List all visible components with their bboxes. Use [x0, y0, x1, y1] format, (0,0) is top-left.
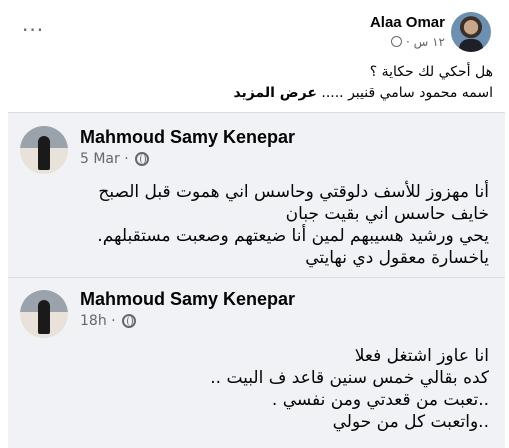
card-text-line: ..تعبت من قعدتي ومن نفسي . — [271, 390, 489, 410]
globe-icon — [391, 36, 403, 47]
post-text-line: هل أحكي لك حكاية ؟ — [369, 64, 493, 80]
card-text-line: أنا مهزوز للأسف دلوقتي وحاسس اني هموت قب… — [98, 182, 489, 202]
card-author-name[interactable]: Mahmoud Samy Kenepar — [80, 127, 295, 148]
post-text: هل أحكي لك حكاية ؟ اسمه محمود سامي قنيبر… — [233, 62, 493, 104]
globe-icon — [121, 314, 136, 328]
card-timestamp[interactable]: 18h · — [80, 313, 116, 329]
post-timestamp[interactable]: ١٢ س · — [406, 35, 445, 49]
card-author-name[interactable]: Mahmoud Samy Kenepar — [80, 289, 295, 310]
see-more-link[interactable]: عرض المزيد — [233, 85, 316, 101]
card-meta: 18h · — [80, 313, 136, 329]
post-meta: ١٢ س · — [391, 35, 445, 49]
post-text-line: اسمه محمود سامي قنيبر ..... عرض المزيد — [233, 83, 493, 104]
card-text: انا عاوز اشتغل فعلا كده بقالي خمس سنين ق… — [210, 345, 489, 433]
card-meta: 5 Mar · — [80, 151, 149, 167]
post-text-line2: اسمه محمود سامي قنيبر ..... — [316, 85, 493, 101]
card-text-line: خايف حاسس اني بقيت جبان — [285, 204, 489, 224]
shared-post-card[interactable]: Mahmoud Samy Kenepar 18h · انا عاوز اشتغ… — [8, 277, 505, 448]
card-text-line: ياخسارة معقول دي نهايتي — [305, 248, 489, 268]
card-text-line: انا عاوز اشتغل فعلا — [354, 346, 489, 366]
card-text-line: يحي ورشيد هسيبهم لمين أنا ضيعتهم وصعبت م… — [97, 226, 489, 246]
card-timestamp[interactable]: 5 Mar · — [80, 151, 129, 167]
post-author-name[interactable]: Alaa Omar — [370, 14, 445, 31]
more-options-icon[interactable]: ··· — [22, 20, 44, 40]
card-text: أنا مهزوز للأسف دلوقتي وحاسس اني هموت قب… — [97, 181, 489, 269]
avatar[interactable] — [20, 126, 68, 174]
main-post: Alaa Omar ١٢ س · ··· هل أحكي لك حكاية ؟ … — [0, 0, 509, 112]
avatar[interactable] — [20, 290, 68, 338]
card-text-line: كده بقالي خمس سنين قاعد ف البيت .. — [210, 368, 489, 388]
avatar[interactable] — [451, 12, 491, 52]
shared-post-card[interactable]: Mahmoud Samy Kenepar 5 Mar · أنا مهزوز ل… — [8, 112, 505, 278]
globe-icon — [134, 152, 149, 166]
card-text-line: ..واتعبت كل من حولي — [332, 412, 489, 432]
